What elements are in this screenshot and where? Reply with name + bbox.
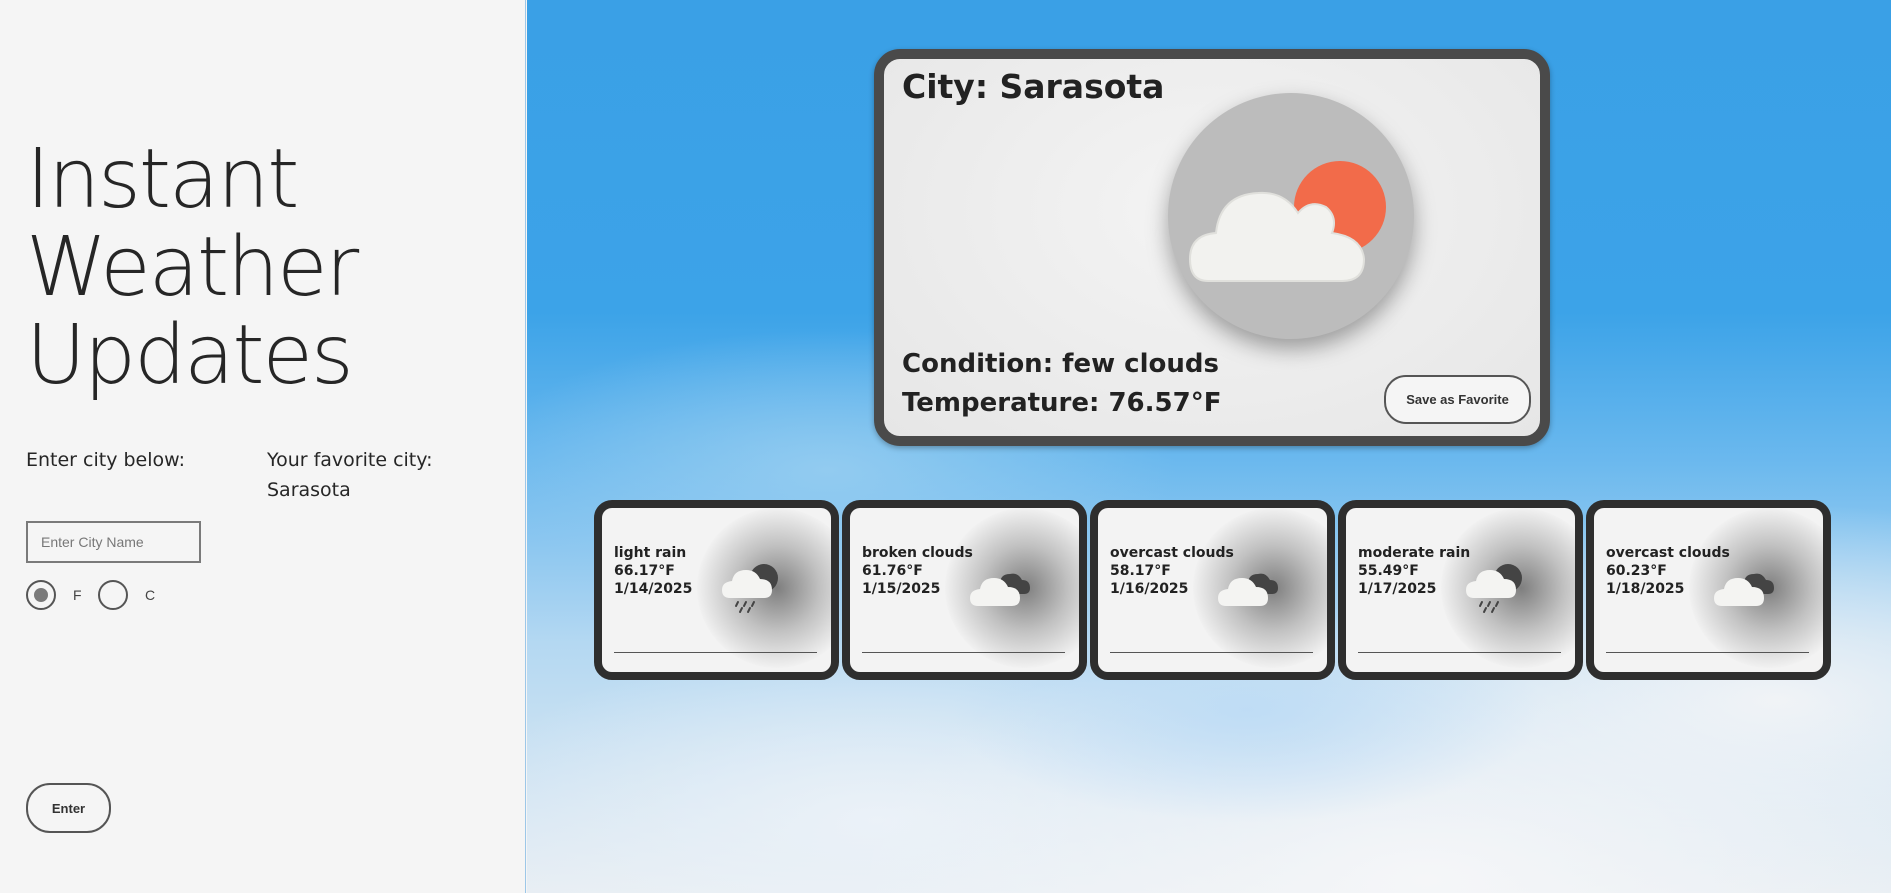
- forecast-condition: broken clouds: [862, 545, 973, 561]
- divider: [1606, 652, 1809, 653]
- page-title: Instant Weather Updates: [26, 132, 359, 403]
- favorite-city-label: Your favorite city:: [267, 449, 433, 471]
- forecast-text: light rain 66.17°F 1/14/2025: [614, 544, 692, 598]
- forecast-card: moderate rain 55.49°F 1/17/2025: [1338, 500, 1583, 680]
- broken-clouds-icon: [970, 573, 1030, 606]
- sidebar-panel: Instant Weather Updates Enter city below…: [0, 0, 526, 893]
- title-line: Weather: [26, 220, 359, 315]
- forecast-card: overcast clouds 60.23°F 1/18/2025: [1586, 500, 1831, 680]
- unit-c-label: C: [145, 587, 156, 603]
- divider: [1110, 652, 1313, 653]
- broken-clouds-icon: [1714, 573, 1774, 606]
- divider: [862, 652, 1065, 653]
- forecast-temp: 66.17°F: [614, 563, 675, 579]
- city-name-input[interactable]: [26, 521, 201, 563]
- enter-button[interactable]: Enter: [26, 783, 111, 833]
- forecast-date: 1/17/2025: [1358, 581, 1437, 597]
- forecast-temp: 61.76°F: [862, 563, 923, 579]
- save-favorite-button[interactable]: Save as Favorite: [1384, 375, 1531, 424]
- forecast-card: overcast clouds 58.17°F 1/16/2025: [1090, 500, 1335, 680]
- unit-c-radio[interactable]: [98, 580, 128, 610]
- broken-clouds-icon: [1218, 573, 1278, 606]
- current-condition: Condition: few clouds: [902, 349, 1219, 379]
- few-clouds-icon: [1188, 161, 1386, 282]
- title-line: Instant: [26, 132, 299, 227]
- forecast-date: 1/15/2025: [862, 581, 941, 597]
- enter-city-label: Enter city below:: [26, 449, 186, 471]
- forecast-condition: moderate rain: [1358, 545, 1471, 561]
- current-temperature: Temperature: 76.57°F: [902, 388, 1222, 418]
- forecast-condition: light rain: [614, 545, 687, 561]
- current-city: City: Sarasota: [902, 67, 1165, 106]
- forecast-card: light rain 66.17°F 1/14/2025: [594, 500, 839, 680]
- divider: [1358, 652, 1561, 653]
- rain-icon: [1466, 564, 1522, 613]
- forecast-text: moderate rain 55.49°F 1/17/2025: [1358, 544, 1470, 598]
- icon-circle: [1168, 93, 1414, 339]
- current-weather-card: City: Sarasota Condition: few clouds Tem…: [874, 49, 1550, 446]
- title-line: Updates: [26, 308, 354, 403]
- forecast-date: 1/14/2025: [614, 581, 693, 597]
- rain-icon: [722, 564, 778, 613]
- divider: [614, 652, 817, 653]
- forecast-temp: 55.49°F: [1358, 563, 1419, 579]
- forecast-card: broken clouds 61.76°F 1/15/2025: [842, 500, 1087, 680]
- forecast-text: broken clouds 61.76°F 1/15/2025: [862, 544, 973, 598]
- unit-f-label: F: [73, 587, 82, 603]
- favorite-city-value: Sarasota: [267, 479, 351, 501]
- unit-f-radio[interactable]: [26, 580, 56, 610]
